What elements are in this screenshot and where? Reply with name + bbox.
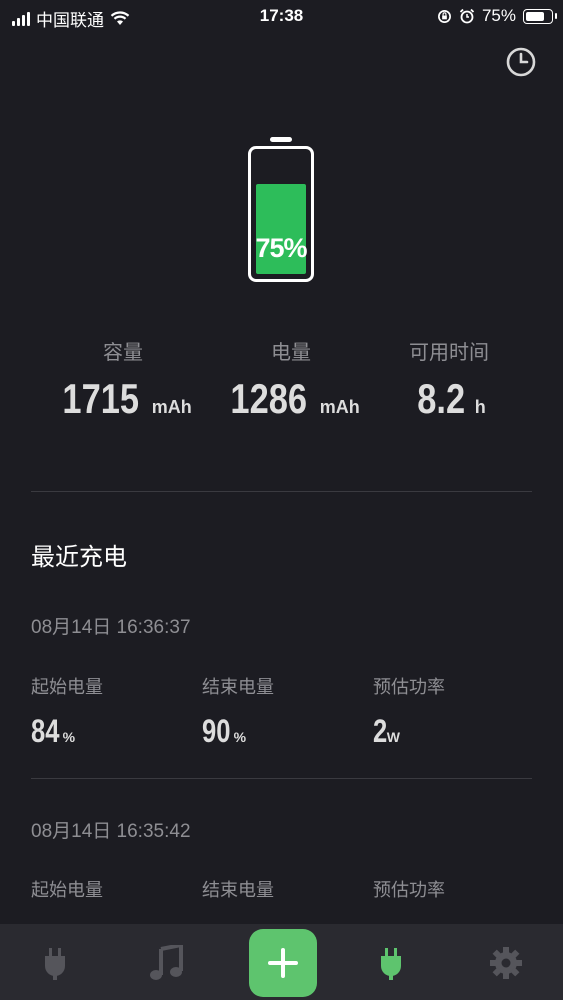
end-unit: % bbox=[233, 729, 247, 745]
plug-active-icon bbox=[381, 948, 401, 980]
tab-settings[interactable] bbox=[481, 938, 531, 988]
stat-time-left: 可用时间 8.2 h bbox=[364, 336, 534, 423]
add-button[interactable] bbox=[249, 929, 317, 997]
stat-time-left-value: 8.2 bbox=[417, 375, 466, 422]
record-end: 结束电量 bbox=[202, 876, 362, 902]
start-label: 起始电量 bbox=[31, 677, 103, 697]
start-label: 起始电量 bbox=[31, 880, 103, 900]
stat-time-left-unit: h bbox=[474, 397, 486, 417]
stat-charge: 电量 1286 mAh bbox=[206, 336, 376, 423]
power-label: 预估功率 bbox=[373, 880, 445, 900]
add-icon bbox=[268, 948, 298, 978]
battery-icon bbox=[523, 8, 557, 24]
end-value: 90 bbox=[202, 713, 231, 749]
alarm-icon bbox=[459, 8, 475, 24]
end-label: 结束电量 bbox=[202, 880, 274, 900]
end-label: 结束电量 bbox=[202, 677, 274, 697]
stat-capacity-label: 容量 bbox=[103, 342, 143, 364]
record-date: 08月14日 16:35:42 bbox=[31, 821, 191, 842]
stat-capacity-unit: mAh bbox=[151, 397, 192, 417]
power-unit: W bbox=[386, 729, 401, 745]
stat-charge-value: 1286 bbox=[230, 375, 308, 422]
music-icon bbox=[150, 945, 183, 980]
recent-charging-title: 最近充电 bbox=[31, 544, 127, 571]
status-right: 75% bbox=[437, 6, 557, 26]
gear-icon bbox=[490, 947, 522, 979]
stat-capacity-value: 1715 bbox=[62, 375, 140, 422]
record-start: 起始电量 bbox=[31, 876, 191, 902]
divider bbox=[31, 778, 532, 779]
stat-charge-unit: mAh bbox=[319, 397, 360, 417]
start-value: 84 bbox=[31, 713, 60, 749]
record-date: 08月14日 16:36:37 bbox=[31, 617, 191, 638]
stat-capacity: 容量 1715 mAh bbox=[38, 336, 208, 423]
status-bar: 中国联通 17:38 75% bbox=[0, 0, 563, 34]
plug-icon bbox=[45, 948, 65, 980]
history-clock-icon[interactable] bbox=[505, 46, 537, 78]
record-power: 预估功率 2W bbox=[373, 673, 533, 750]
rotation-lock-icon bbox=[438, 9, 451, 23]
stat-charge-label: 电量 bbox=[271, 342, 311, 364]
record-start: 起始电量 84% bbox=[31, 673, 191, 750]
tab-music[interactable] bbox=[142, 938, 192, 988]
battery-percent-label: 75% bbox=[481, 6, 516, 25]
record-end: 结束电量 90% bbox=[202, 673, 362, 750]
tab-charging-active[interactable] bbox=[366, 938, 416, 988]
battery-graphic: 75% bbox=[248, 146, 314, 282]
power-value: 2 bbox=[373, 713, 388, 749]
battery-percent: 75% bbox=[255, 233, 307, 263]
tab-charging[interactable] bbox=[30, 938, 80, 988]
battery-cap bbox=[270, 137, 292, 142]
stat-time-left-label: 可用时间 bbox=[409, 342, 489, 364]
divider bbox=[31, 491, 532, 492]
start-unit: % bbox=[62, 729, 76, 745]
record-power: 预估功率 bbox=[373, 876, 533, 902]
power-label: 预估功率 bbox=[373, 677, 445, 697]
battery-icon-fill bbox=[526, 11, 544, 21]
